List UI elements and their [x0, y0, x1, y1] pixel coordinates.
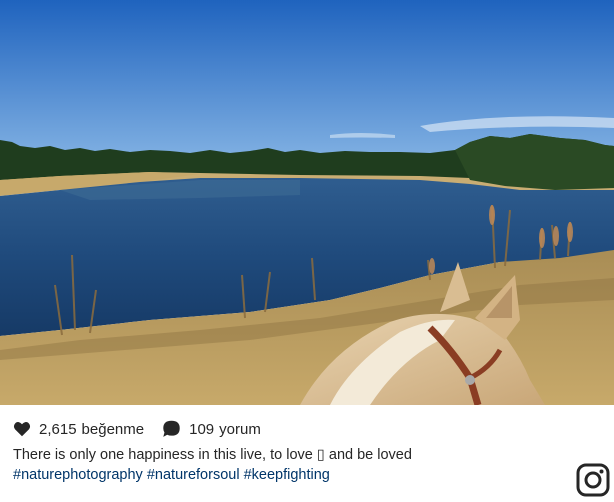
caption-tail: and be loved — [328, 447, 412, 463]
likes-stat[interactable]: 2,615 beğenme — [13, 421, 144, 438]
hashtag-line: #naturephotography #natureforsoul #keepf… — [13, 465, 573, 485]
post-stats: 2,615 beğenme 109 yorum — [13, 418, 279, 440]
comments-label: yorum — [219, 420, 261, 438]
heart-icon — [13, 422, 31, 437]
post-photo[interactable] — [0, 0, 614, 405]
caption-emoji: ▯ — [316, 447, 325, 463]
hashtag-link[interactable]: #natureforsoul — [147, 467, 240, 483]
likes-count: 2,615 — [39, 420, 77, 438]
comments-count: 109 — [189, 420, 215, 438]
landscape-image — [0, 0, 614, 405]
caption-text: There is only one happiness in this live… — [13, 447, 313, 463]
comment-bubble-icon — [163, 420, 180, 437]
hashtag-link[interactable]: #naturephotography — [13, 467, 143, 483]
post-caption: There is only one happiness in this live… — [13, 445, 573, 485]
hashtag-link[interactable]: #keepfighting — [244, 467, 330, 483]
post-info: 2,615 beğenme 109 yorum There is only on… — [0, 405, 614, 497]
comments-stat[interactable]: 109 yorum — [162, 420, 261, 438]
likes-label: beğenme — [81, 420, 145, 438]
caption-line: There is only one happiness in this live… — [13, 445, 573, 465]
instagram-logo-icon[interactable] — [576, 463, 610, 502]
